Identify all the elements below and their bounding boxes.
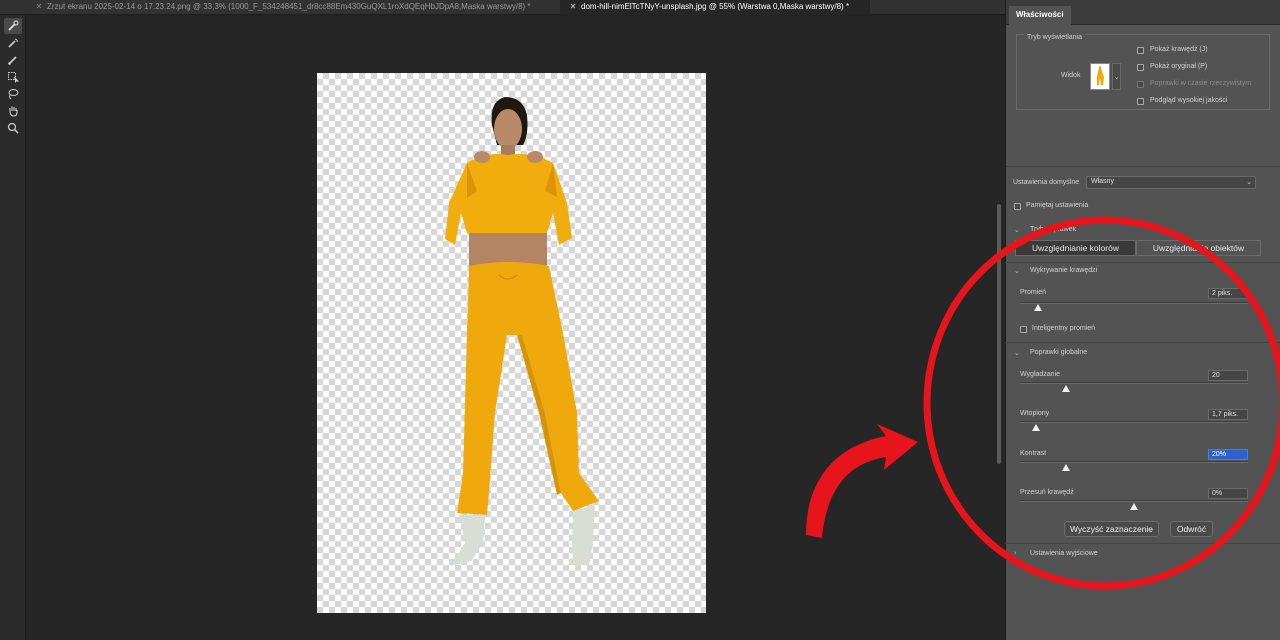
shift-edge-slider-track[interactable] [1020,500,1248,502]
view-label: Widok [1061,72,1081,79]
show-original-checkbox[interactable] [1137,64,1144,71]
chevron-down-icon: ⌄ [1246,179,1252,186]
view-dropdown-chevron-icon[interactable]: ⌄ [1112,63,1121,90]
canvas-area[interactable] [27,16,993,640]
shift-edge-label: Przesuń krawędź [1020,489,1074,496]
properties-tab[interactable]: Właściwości [1009,6,1071,25]
realtime-refinement-label: Poprawki w czasie rzeczywistym [1150,80,1252,87]
contrast-slider-track[interactable] [1020,461,1248,463]
view-thumbnail[interactable] [1090,63,1110,90]
section-collapsed-icon[interactable]: › [1014,550,1016,557]
radius-slider-knob[interactable] [1034,304,1043,311]
contrast-slider-knob[interactable] [1061,464,1070,471]
document-tab-screenshot[interactable]: ✕ Zrzut ekranu 2025-02-14 o 17.23.24.png … [30,0,558,15]
contrast-label: Kontrast [1020,450,1047,457]
section-expanded-icon[interactable]: ⌄ [1014,267,1020,275]
document-canvas[interactable] [317,73,706,613]
hand-icon[interactable] [4,103,22,119]
document-tab-active[interactable]: ✕ dom-hill-nimElTcTNyY-unsplash.jpg @ 55%… [560,0,870,15]
close-tab-icon[interactable]: ✕ [34,0,44,14]
smooth-slider-knob[interactable] [1061,385,1070,392]
feather-label: Wtopiony [1020,410,1050,417]
subject-figure [445,97,599,566]
panel-header: Właściwości [1006,0,1280,25]
scrollbar-thumb[interactable] [997,204,1001,464]
smooth-slider-track[interactable] [1020,382,1248,384]
feather-slider-knob[interactable] [1031,424,1040,431]
smart-radius-label: Inteligentny promień [1032,325,1096,332]
radius-label: Promień [1020,289,1047,296]
tab-label: Zrzut ekranu 2025-02-14 o 17.23.24.png @… [47,2,531,11]
close-tab-icon[interactable]: ✕ [568,0,578,14]
section-expanded-icon[interactable]: ⌄ [1014,349,1020,357]
shift-edge-slider-knob[interactable] [1130,503,1138,510]
feather-field[interactable]: 1,7 piks. [1208,409,1248,420]
section-expanded-icon[interactable]: ⌄ [1014,226,1020,234]
properties-panel: Właściwości Tryb wyświetlania [1005,0,1280,640]
feather-slider-track[interactable] [1020,421,1248,423]
realtime-refinement-checkbox [1137,81,1144,88]
divider [1005,543,1280,544]
view-mode-title: Tryb wyświetlania [1024,34,1085,41]
object-aware-option[interactable]: Uwzględnianie obiektów [1136,240,1261,256]
shift-edge-field[interactable]: 0% [1208,488,1248,499]
brush-icon[interactable] [4,52,22,68]
tools-toolbar [0,15,26,640]
lasso-icon[interactable] [4,86,22,102]
document-tab-bar: ✕ Zrzut ekranu 2025-02-14 o 17.23.24.png … [0,0,1005,15]
output-settings-title: Ustawienia wyjściowe [1030,550,1098,557]
refine-edge-brush-icon[interactable] [4,35,22,51]
remember-settings-label: Pamiętaj ustawienia [1026,202,1089,209]
radius-slider-track[interactable] [1020,302,1248,304]
high-quality-preview-label: Podgląd wysokiej jakości [1150,97,1228,104]
global-refinements-title: Poprawki globalne [1030,349,1088,356]
clear-selection-button[interactable]: Wyczyść zaznaczenie [1064,521,1159,537]
radius-field[interactable]: 2 piks. [1208,288,1248,299]
smart-radius-checkbox[interactable] [1020,326,1027,333]
quick-selection-icon[interactable] [4,18,22,34]
divider [1005,342,1280,343]
show-edge-label: Pokaż krawędź (J) [1150,46,1208,53]
show-original-label: Pokaż oryginał (P) [1150,63,1208,70]
preset-value: Własny [1091,178,1114,185]
color-aware-option[interactable]: Uwzględnianie kolorów [1015,240,1136,256]
refine-mode-title: Tryb poprawek [1030,226,1077,233]
contrast-field[interactable]: 20% [1208,449,1248,460]
preset-dropdown[interactable]: Własny ⌄ [1086,176,1256,189]
tab-label: dom-hill-nimElTcTNyY-unsplash.jpg @ 55% … [581,2,850,11]
invert-button[interactable]: Odwróć [1170,521,1213,537]
divider [1006,166,1280,167]
zoom-icon[interactable] [4,120,22,136]
divider [1005,262,1280,263]
canvas-vertical-scrollbar[interactable] [993,16,1005,640]
smooth-label: Wygładzanie [1020,371,1061,378]
edge-detection-title: Wykrywanie krawędzi [1030,267,1098,274]
high-quality-preview-checkbox[interactable] [1137,98,1144,105]
remember-settings-checkbox[interactable] [1014,203,1021,210]
smooth-field[interactable]: 20 [1208,370,1248,381]
show-edge-checkbox[interactable] [1137,47,1144,54]
preset-label: Ustawienia domyślne [1013,179,1080,186]
object-selection-icon[interactable] [4,69,22,85]
